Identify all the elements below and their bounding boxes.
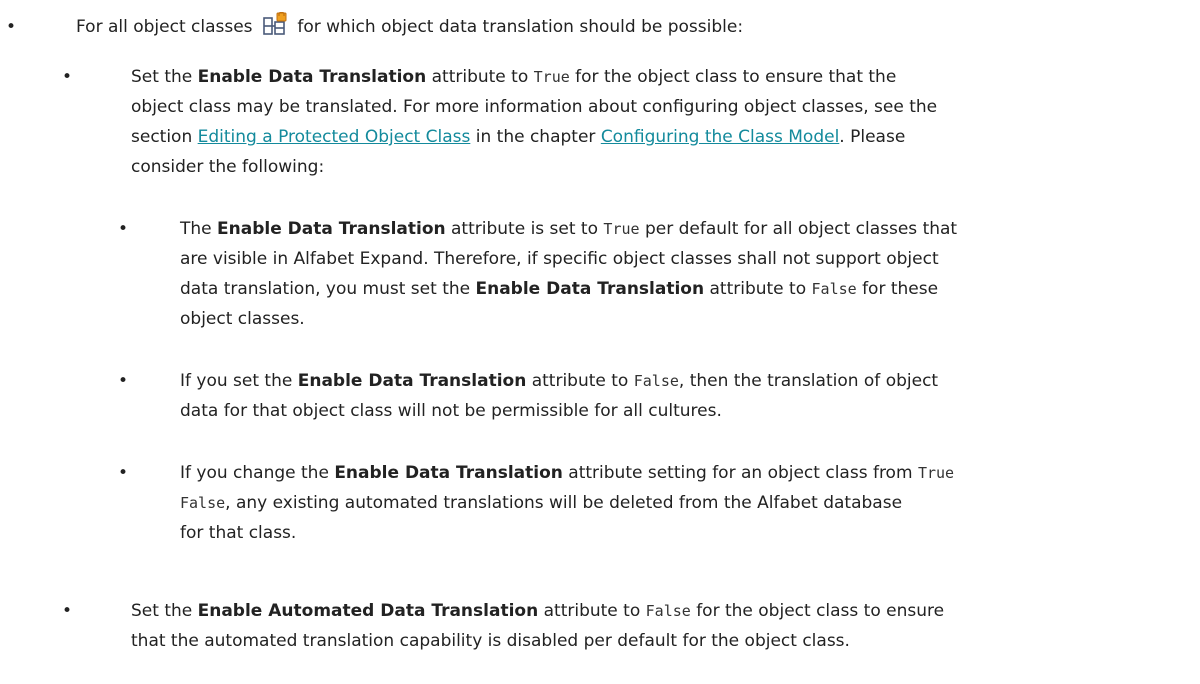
list-item-change-true-false: If you change the Enable Data Translatio… — [180, 463, 955, 543]
list-item-enable-data-translation: Set the Enable Data Translation attribut… — [131, 67, 938, 177]
list-item-enable-automated-data-translation: Set the Enable Automated Data Translatio… — [131, 601, 945, 651]
document-page: • For all object classes for which objec… — [0, 0, 1200, 684]
object-class-icon — [263, 12, 287, 35]
list-item-object-classes: For all object classes for which object … — [76, 12, 743, 42]
list-item-default-true: The Enable Data Translation attribute is… — [180, 219, 958, 329]
list-item-set-false: If you set the Enable Data Translation a… — [180, 371, 939, 421]
link-configuring-class-model[interactable]: Configuring the Class Model — [601, 127, 839, 147]
bullet: • — [118, 371, 129, 391]
bullet: • — [118, 219, 129, 239]
bullet: • — [62, 67, 73, 87]
bullet: • — [62, 601, 73, 621]
bullet: • — [118, 463, 129, 483]
bullet: • — [6, 17, 17, 37]
link-editing-protected-object-class[interactable]: Editing a Protected Object Class — [198, 127, 471, 147]
